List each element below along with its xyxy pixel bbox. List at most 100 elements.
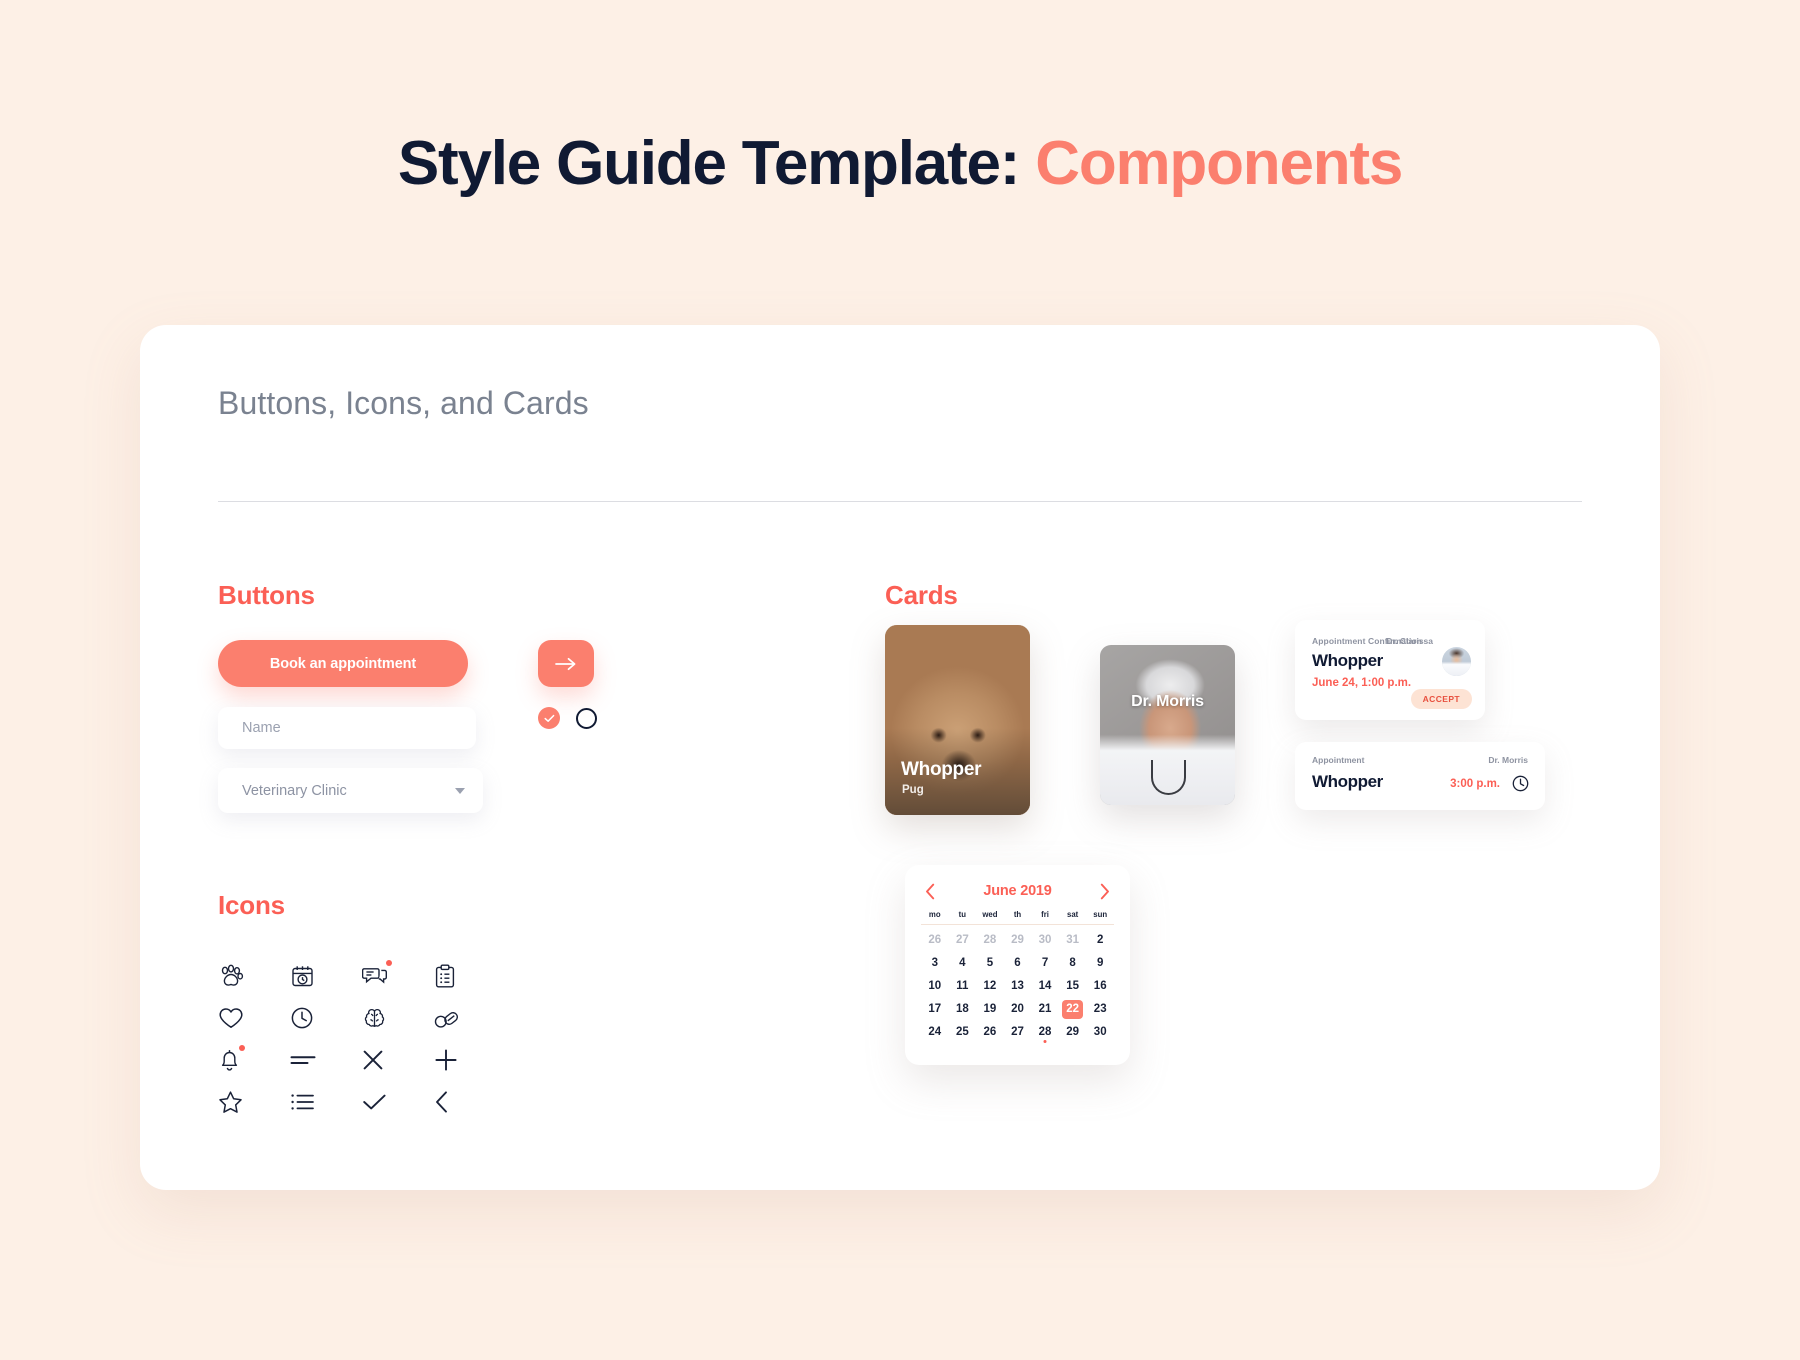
- appointment-pet: Whopper: [1312, 772, 1383, 791]
- check-icon: [543, 714, 554, 722]
- heart-icon[interactable]: [218, 997, 290, 1039]
- calendar-date[interactable]: 30: [1086, 1021, 1114, 1043]
- notification-badge: [386, 960, 392, 966]
- calendar-date[interactable]: 17: [921, 998, 949, 1020]
- calendar-date[interactable]: 26: [921, 929, 949, 951]
- appointment-confirmation-card[interactable]: Appointment Confirmation Dr. Clarissa Wh…: [1295, 620, 1485, 720]
- clinic-select-value: Veterinary Clinic: [242, 782, 347, 799]
- calendar-date[interactable]: 20: [1004, 998, 1032, 1020]
- calendar-date[interactable]: 18: [949, 998, 977, 1020]
- calendar-date[interactable]: 27: [949, 929, 977, 951]
- calendar-date[interactable]: 13: [1004, 975, 1032, 997]
- clock-icon: [1512, 775, 1529, 797]
- appointment-confirmation-datetime: June 24, 1:00 p.m.: [1312, 677, 1412, 689]
- clock-icon[interactable]: [290, 997, 362, 1039]
- calendar-date[interactable]: 19: [976, 998, 1004, 1020]
- clinic-select[interactable]: Veterinary Clinic: [218, 768, 483, 813]
- calendar-date[interactable]: 8: [1059, 952, 1087, 974]
- calendar-date[interactable]: 10: [921, 975, 949, 997]
- calendar-date[interactable]: 29: [1004, 929, 1032, 951]
- pet-card[interactable]: Whopper Pug: [885, 625, 1030, 815]
- chevron-left-icon: [926, 883, 935, 899]
- section-heading-buttons: Buttons: [218, 580, 315, 610]
- pet-card-name: Whopper: [901, 759, 982, 780]
- calendar-date[interactable]: 3: [921, 952, 949, 974]
- doctor-card[interactable]: Dr. Morris: [1100, 645, 1235, 805]
- calendar-day-label: wed: [982, 910, 998, 919]
- calendar-next-button[interactable]: [1095, 881, 1114, 902]
- calendar-date[interactable]: 24: [921, 1021, 949, 1043]
- accept-button[interactable]: ACCEPT: [1410, 689, 1472, 709]
- calendar-header: June 2019: [921, 879, 1114, 903]
- bell-icon[interactable]: [218, 1039, 290, 1081]
- calendar-date[interactable]: 5: [976, 952, 1004, 974]
- calendar-date[interactable]: 25: [949, 1021, 977, 1043]
- clipboard-icon[interactable]: [434, 955, 506, 997]
- calendar-day-label: sat: [1066, 910, 1079, 919]
- radio-unchecked[interactable]: [576, 707, 597, 729]
- calendar-date[interactable]: 29: [1059, 1021, 1087, 1043]
- calendar-date[interactable]: 15: [1059, 975, 1087, 997]
- check-icon[interactable]: [362, 1081, 434, 1123]
- panel-divider: [218, 501, 1582, 502]
- close-icon[interactable]: [362, 1039, 434, 1081]
- plus-icon[interactable]: [434, 1039, 506, 1081]
- calendar-date[interactable]: 2: [1086, 929, 1114, 951]
- calendar-date-grid: 26 27 28 29 30 31 2 3 4 5 6 7 8 9 10 11 12 13 14 15 16 17 18 19…: [921, 929, 1114, 1043]
- calendar-date[interactable]: 28: [1031, 1021, 1059, 1043]
- calendar-month-label: June 2019: [983, 883, 1052, 899]
- section-heading-cards: Cards: [885, 580, 958, 610]
- chevron-right-icon: [1100, 883, 1109, 899]
- toggle-controls: [538, 707, 597, 729]
- calendar-date[interactable]: 21: [1031, 998, 1059, 1020]
- chevron-left-icon[interactable]: [434, 1081, 506, 1123]
- brain-icon[interactable]: [362, 997, 434, 1039]
- calendar-date[interactable]: 11: [949, 975, 977, 997]
- appointment-doctor: Dr. Morris: [1488, 755, 1528, 765]
- calendar-date[interactable]: 16: [1086, 975, 1114, 997]
- calendar-date[interactable]: 23: [1086, 998, 1114, 1020]
- checkbox-checked[interactable]: [538, 707, 560, 729]
- calendar-day-labels: mo tu wed th fri sat sun: [921, 910, 1114, 925]
- page-title-accent: Components: [1035, 129, 1403, 198]
- calendar-day-label: fri: [1041, 910, 1049, 919]
- book-appointment-button[interactable]: Book an appointment: [218, 640, 468, 687]
- appointment-confirmation-doctor: Dr. Clarissa: [1386, 636, 1433, 646]
- chevron-down-icon: [455, 787, 465, 794]
- calendar-day-label: th: [1013, 910, 1022, 919]
- list-icon[interactable]: [290, 1081, 362, 1123]
- calendar-date[interactable]: 7: [1031, 952, 1059, 974]
- align-left-icon[interactable]: [290, 1039, 362, 1081]
- calendar-date[interactable]: 30: [1031, 929, 1059, 951]
- calendar-date[interactable]: 31: [1059, 929, 1087, 951]
- appointment-label: Appointment: [1312, 755, 1365, 765]
- appointment-card[interactable]: Appointment Dr. Morris Whopper 3:00 p.m.: [1295, 742, 1545, 810]
- arrow-right-icon: [555, 657, 576, 670]
- chat-bubbles-icon[interactable]: [362, 955, 434, 997]
- appointment-confirmation-pet: Whopper: [1312, 651, 1383, 670]
- calendar-date[interactable]: 28: [976, 929, 1004, 951]
- calendar-day-label: tu: [958, 910, 967, 919]
- section-heading-icons: Icons: [218, 890, 285, 920]
- calendar-date-selected[interactable]: 22: [1059, 998, 1087, 1020]
- arrow-right-button[interactable]: [538, 640, 594, 687]
- calendar-prev-button[interactable]: [921, 881, 940, 902]
- calendar-date[interactable]: 12: [976, 975, 1004, 997]
- doctor-card-name: Dr. Morris: [1131, 693, 1204, 710]
- calendar-date[interactable]: 14: [1031, 975, 1059, 997]
- calendar-day-label: mo: [928, 910, 941, 919]
- page-title: Style Guide Template: Components: [0, 128, 1800, 199]
- name-input[interactable]: [218, 707, 476, 749]
- appointment-time: 3:00 p.m.: [1450, 778, 1500, 790]
- paw-icon[interactable]: [218, 955, 290, 997]
- calendar-date[interactable]: 6: [1004, 952, 1032, 974]
- calendar-date[interactable]: 27: [1004, 1021, 1032, 1043]
- calendar-clock-icon[interactable]: [290, 955, 362, 997]
- star-icon[interactable]: [218, 1081, 290, 1123]
- calendar-date[interactable]: 4: [949, 952, 977, 974]
- calendar-widget[interactable]: June 2019 mo tu wed th fri sat sun 26 27 2…: [905, 865, 1130, 1065]
- pills-icon[interactable]: [434, 997, 506, 1039]
- avatar: [1442, 647, 1471, 676]
- calendar-date[interactable]: 26: [976, 1021, 1004, 1043]
- calendar-date[interactable]: 9: [1086, 952, 1114, 974]
